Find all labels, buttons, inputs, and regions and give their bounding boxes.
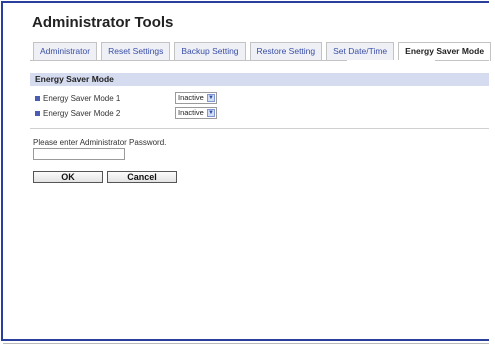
password-label: Please enter Administrator Password. xyxy=(33,138,167,147)
setting-row-energy-saver-2: Energy Saver Mode 2 xyxy=(35,109,120,118)
page-title: Administrator Tools xyxy=(32,14,174,31)
chevron-down-icon[interactable]: ▼ xyxy=(207,109,215,117)
tab-energy-saver-mode[interactable]: Energy Saver Mode xyxy=(398,42,492,61)
setting-label: Energy Saver Mode 1 xyxy=(43,94,121,103)
select-value: Inactive xyxy=(178,108,204,117)
section-header: Energy Saver Mode xyxy=(30,73,489,86)
setting-row-energy-saver-1: Energy Saver Mode 1 xyxy=(35,94,120,103)
ok-button[interactable]: OK xyxy=(33,171,103,183)
setting-label: Energy Saver Mode 2 xyxy=(43,109,121,118)
tab-administrator[interactable]: Administrator xyxy=(33,42,98,60)
tab-restore-setting[interactable]: Restore Setting xyxy=(249,42,323,60)
chevron-down-icon[interactable]: ▼ xyxy=(207,94,215,102)
tab-bar: Administrator Reset Settings Backup Sett… xyxy=(33,42,492,61)
square-bullet-icon xyxy=(35,96,40,102)
section-divider xyxy=(30,128,489,129)
energy-saver-1-select[interactable]: Inactive ▼ xyxy=(175,92,217,104)
bottom-divider xyxy=(3,343,489,344)
tab-set-date-time[interactable]: Set Date/Time xyxy=(326,42,395,60)
tab-underline xyxy=(30,60,489,61)
select-value: Inactive xyxy=(178,93,204,102)
tab-backup-setting[interactable]: Backup Setting xyxy=(174,42,246,60)
cancel-button[interactable]: Cancel xyxy=(107,171,177,183)
energy-saver-2-select[interactable]: Inactive ▼ xyxy=(175,107,217,119)
tab-reset-settings[interactable]: Reset Settings xyxy=(101,42,171,60)
password-field[interactable] xyxy=(33,148,125,160)
square-bullet-icon xyxy=(35,111,40,117)
